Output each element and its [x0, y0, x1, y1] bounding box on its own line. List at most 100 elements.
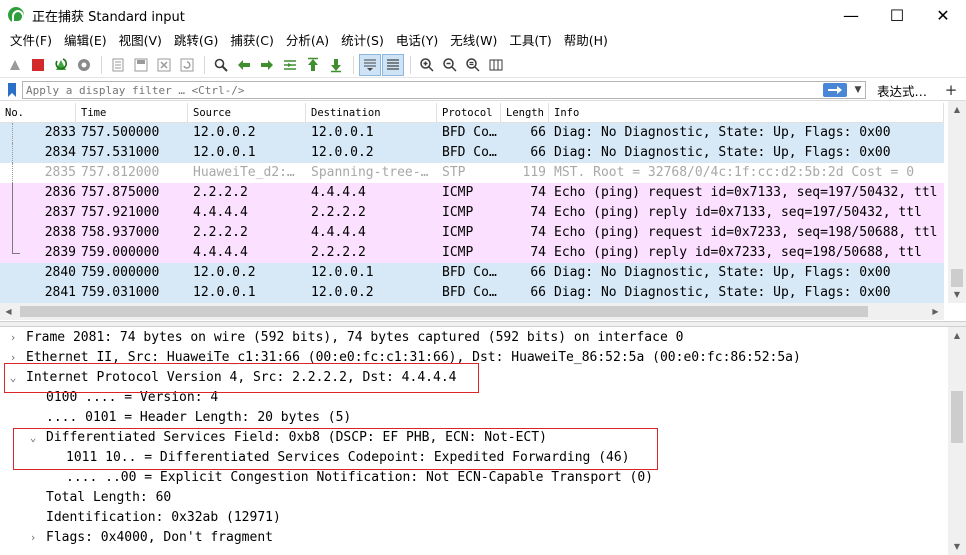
column-header-source[interactable]: Source: [188, 103, 306, 123]
go-first-icon: [308, 57, 318, 71]
filter-bookmark-icon[interactable]: [4, 81, 20, 99]
menu-item-10[interactable]: 帮助(H): [558, 30, 614, 52]
packet-row[interactable]: 2836 757.875000 2.2.2.2 4.4.4.4 ICMP 74 Echo (…: [0, 183, 944, 203]
packet-list-hscroll-thumb[interactable]: [20, 306, 868, 317]
go-to-packet-button[interactable]: [279, 54, 301, 76]
packet-list-vscroll-thumb[interactable]: [951, 269, 963, 287]
window-controls: — ☐ ✕: [828, 0, 966, 30]
colorize-button[interactable]: [382, 53, 404, 76]
close-file-button[interactable]: [153, 54, 175, 76]
capture-options-button[interactable]: [73, 54, 95, 76]
cell-src: 4.4.4.4: [193, 245, 248, 260]
menu-item-7[interactable]: 电话(Y): [390, 30, 444, 52]
menu-item-5[interactable]: 分析(A): [280, 30, 335, 52]
detail-tree-item[interactable]: › Flags: 0x4000, Don't fragment: [26, 528, 273, 548]
save-file-button[interactable]: [130, 54, 152, 76]
details-scroll-up-arrow-icon[interactable]: ▲: [948, 327, 966, 344]
autoscroll-icon: [364, 59, 376, 71]
related-packet-indicator: [12, 203, 13, 223]
packet-row[interactable]: 2833 757.500000 12.0.0.2 12.0.0.1 BFD Co… 66 D…: [0, 123, 944, 143]
column-header-no[interactable]: No.: [0, 103, 76, 123]
close-button[interactable]: ✕: [920, 0, 966, 30]
go-back-button[interactable]: [233, 54, 255, 76]
cell-proto: STP: [442, 165, 466, 180]
expression-button[interactable]: 表达式…: [868, 80, 936, 100]
packet-list-hscrollbar[interactable]: ◀ ▶: [0, 303, 944, 320]
cell-proto: ICMP: [442, 185, 474, 200]
scroll-up-arrow-icon[interactable]: ▲: [948, 101, 966, 118]
menu-item-3[interactable]: 跳转(G): [168, 30, 224, 52]
column-header-time[interactable]: Time: [76, 103, 188, 123]
details-scroll-down-arrow-icon[interactable]: ▼: [948, 538, 966, 555]
column-header-destination[interactable]: Destination: [306, 103, 437, 123]
menu-item-2[interactable]: 视图(V): [113, 30, 168, 52]
packet-row[interactable]: 2837 757.921000 4.4.4.4 2.2.2.2 ICMP 74 Echo (…: [0, 203, 944, 223]
cell-src: 12.0.0.1: [193, 145, 256, 160]
column-header-length[interactable]: Length: [501, 103, 549, 123]
wireshark-app-icon: [8, 7, 24, 23]
menu-item-1[interactable]: 编辑(E): [58, 30, 113, 52]
start-capture-button[interactable]: [4, 54, 26, 76]
packet-list-vscrollbar[interactable]: ▲ ▼: [948, 101, 966, 303]
menu-item-6[interactable]: 统计(S): [335, 30, 390, 52]
find-packet-button[interactable]: [210, 54, 232, 76]
packet-row[interactable]: 2841 759.031000 12.0.0.1 12.0.0.2 BFD Co… 66 D…: [0, 283, 944, 303]
packet-row[interactable]: 2839 759.000000 4.4.4.4 2.2.2.2 ICMP 74 Echo (…: [0, 243, 944, 263]
related-packet-indicator: [12, 123, 13, 143]
detail-tree-item[interactable]: Total Length: 60: [26, 488, 171, 508]
detail-tree-item[interactable]: .... 0101 = Header Length: 20 bytes (5): [26, 408, 351, 428]
menu-item-8[interactable]: 无线(W): [444, 30, 503, 52]
highlight-box-dscp: [13, 428, 658, 470]
filter-history-dropdown-icon[interactable]: ▼: [851, 82, 865, 98]
stop-capture-button[interactable]: [27, 54, 49, 76]
open-file-button[interactable]: [107, 54, 129, 76]
cell-len: 74: [530, 225, 546, 240]
scroll-left-arrow-icon[interactable]: ◀: [0, 303, 17, 320]
cell-time: 758.937000: [81, 225, 160, 240]
go-first-button[interactable]: [302, 54, 324, 76]
scroll-down-arrow-icon[interactable]: ▼: [948, 286, 966, 303]
scroll-right-arrow-icon[interactable]: ▶: [927, 303, 944, 320]
save-file-icon: [134, 58, 148, 71]
reload-file-button[interactable]: [176, 54, 198, 76]
resize-columns-button[interactable]: [485, 54, 507, 76]
detail-tree-item[interactable]: › Frame 2081: 74 bytes on wire (592 bits)…: [6, 328, 684, 348]
menu-item-9[interactable]: 工具(T): [503, 30, 557, 52]
packet-row[interactable]: 2834 757.531000 12.0.0.1 12.0.0.2 BFD Co… 66 D…: [0, 143, 944, 163]
cell-dst: 2.2.2.2: [311, 245, 366, 260]
capture-options-icon: [78, 58, 90, 71]
go-forward-button[interactable]: [256, 54, 278, 76]
colorize-icon: [387, 58, 399, 70]
detail-text: .... 0101 = Header Length: 20 bytes (5): [46, 410, 352, 425]
cell-src: 2.2.2.2: [193, 225, 248, 240]
packet-row[interactable]: 2840 759.000000 12.0.0.2 12.0.0.1 BFD Co… 66 D…: [0, 263, 944, 283]
restart-capture-button[interactable]: [50, 54, 72, 76]
column-header-protocol[interactable]: Protocol: [437, 103, 501, 123]
packet-row[interactable]: 2838 758.937000 2.2.2.2 4.4.4.4 ICMP 74 Echo (…: [0, 223, 944, 243]
collapsed-chevron-icon[interactable]: ›: [26, 528, 40, 548]
menu-item-0[interactable]: 文件(F): [4, 30, 58, 52]
cell-no: 2840: [44, 265, 76, 280]
zoom-normal-button[interactable]: [462, 54, 484, 76]
packet-row[interactable]: 2835 757.812000 HuaweiTe_d2:… Spanning-tree…: [0, 163, 944, 183]
minimize-button[interactable]: —: [828, 0, 874, 30]
details-vscroll-thumb[interactable]: [951, 391, 963, 443]
zoom-in-button[interactable]: [416, 54, 438, 76]
go-last-button[interactable]: [325, 54, 347, 76]
detail-tree-item[interactable]: .... ..00 = Explicit Congestion Notifica…: [46, 468, 653, 488]
cell-info: Echo (ping) reply id=0x7233, seq=198/506…: [554, 245, 922, 260]
zoom-out-button[interactable]: [439, 54, 461, 76]
column-header-info[interactable]: Info: [549, 103, 944, 123]
apply-filter-arrow-icon[interactable]: [823, 83, 847, 97]
maximize-button[interactable]: ☐: [874, 0, 920, 30]
display-filter-input[interactable]: [22, 81, 866, 99]
cell-info: Echo (ping) request id=0x7133, seq=197/5…: [554, 185, 938, 200]
detail-tree-item[interactable]: Identification: 0x32ab (12971): [26, 508, 281, 528]
autoscroll-button[interactable]: [359, 53, 381, 76]
add-filter-button[interactable]: +: [940, 80, 962, 100]
collapsed-chevron-icon[interactable]: ›: [6, 328, 20, 348]
close-file-icon: [157, 58, 171, 71]
details-vscrollbar[interactable]: ▲ ▼: [948, 327, 966, 555]
menu-item-4[interactable]: 捕获(C): [224, 30, 279, 52]
cell-time: 757.921000: [81, 205, 160, 220]
